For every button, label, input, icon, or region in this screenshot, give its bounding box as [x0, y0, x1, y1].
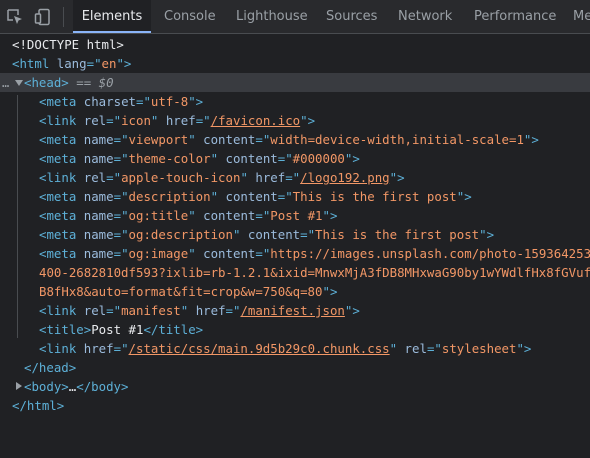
head-open-tag: <head>	[24, 75, 69, 90]
favicon-link[interactable]: /favicon.ico	[211, 113, 301, 128]
dom-meta-og-image-node[interactable]: <meta name="og:image" content="https://i…	[0, 244, 590, 263]
dom-html-node[interactable]: <html lang="en">	[0, 54, 590, 73]
html-lang-value: en	[101, 56, 117, 71]
title-text: Post #1	[91, 322, 144, 337]
meta-og-image-content-2: 400-2682810df593?ixlib=rb-1.2.1&ixid=Mnw…	[39, 265, 590, 280]
tab-performance[interactable]: Performance	[474, 0, 556, 33]
meta-description-name: description	[128, 189, 211, 204]
html-lang-attr: lang	[56, 56, 87, 71]
meta-viewport-name: viewport	[128, 132, 189, 147]
meta-theme-content: #000000	[292, 151, 345, 166]
meta-og-title-content: Post #1	[270, 208, 323, 223]
console-ref-badge: == $0	[76, 75, 114, 90]
meta-og-image-content-1: https://images.unsplash.com/photo-159364…	[270, 246, 590, 261]
tab-network[interactable]: Network	[398, 0, 452, 33]
dom-link-manifest-node[interactable]: <link rel="manifest" href="/manifest.jso…	[0, 301, 590, 320]
manifest-link[interactable]: /manifest.json	[240, 303, 344, 318]
link-icon-rel: icon	[121, 113, 151, 128]
dom-head-close[interactable]: </head>	[0, 358, 590, 377]
dom-head-node-selected[interactable]: <head> == $0	[0, 73, 590, 92]
dom-link-apple-node[interactable]: <link rel="apple-touch-icon" href="/logo…	[0, 168, 590, 187]
body-close-tag: </body>	[76, 379, 129, 394]
dom-link-icon-node[interactable]: <link rel="icon" href="/favicon.ico">	[0, 111, 590, 130]
apple-icon-link[interactable]: /logo192.png	[300, 170, 390, 185]
dom-meta-charset-node[interactable]: <meta charset="utf-8">	[0, 92, 590, 111]
head-close-tag: </head>	[24, 360, 77, 375]
meta-og-image-name: og:image	[128, 246, 189, 261]
dom-html-close[interactable]: </html>	[0, 396, 590, 415]
devtools-toolbar: Elements Console Lighthouse Sources Netw…	[0, 0, 590, 34]
meta-og-title-name: og:title	[128, 208, 189, 223]
dom-meta-og-image-wrap-1: 400-2682810df593?ixlib=rb-1.2.1&ixid=Mnw…	[0, 263, 590, 282]
html-close-tag: </html>	[12, 398, 65, 413]
dom-meta-viewport-node[interactable]: <meta name="viewport" content="width=dev…	[0, 130, 590, 149]
meta-og-image-content-3: B8fHx8&auto=format&fit=crop&w=750&q=80	[39, 284, 323, 299]
device-toolbar-icon[interactable]	[34, 8, 52, 26]
dom-meta-theme-node[interactable]: <meta name="theme-color" content="#00000…	[0, 149, 590, 168]
stylesheet-link[interactable]: /static/css/main.9d5b29c0.chunk.css	[129, 341, 390, 356]
meta-viewport-content: width=device-width,initial-scale=1	[270, 132, 524, 147]
meta-charset-value: utf-8	[150, 94, 189, 109]
meta-og-description-content: This is the first post	[315, 227, 480, 242]
meta-charset-attr: charset	[83, 94, 136, 109]
meta-theme-name: theme-color	[128, 151, 211, 166]
link-stylesheet-rel: stylesheet	[441, 341, 517, 356]
dom-meta-og-title-node[interactable]: <meta name="og:title" content="Post #1">	[0, 206, 590, 225]
dom-doctype-node[interactable]: <!DOCTYPE html>	[0, 35, 590, 54]
expand-triangle-icon[interactable]	[16, 382, 22, 390]
dom-link-stylesheet-node[interactable]: <link href="/static/css/main.9d5b29c0.ch…	[0, 339, 590, 358]
inspect-element-icon[interactable]	[6, 8, 24, 26]
toolbar-divider	[63, 7, 64, 27]
dom-body-node[interactable]: <body>…</body>	[0, 377, 590, 396]
body-open-tag: <body>	[24, 379, 69, 394]
dom-title-node[interactable]: <title>Post #1</title>	[0, 320, 590, 339]
doctype-text: <!DOCTYPE html>	[12, 37, 124, 52]
tab-elements[interactable]: Elements	[73, 0, 151, 33]
meta-description-content: This is the first post	[292, 189, 457, 204]
ellipsis-icon[interactable]: …	[2, 76, 10, 90]
tab-memory[interactable]: Me	[573, 0, 590, 33]
tab-console[interactable]: Console	[164, 0, 216, 33]
link-manifest-rel: manifest	[121, 303, 181, 318]
link-apple-rel: apple-touch-icon	[121, 170, 241, 185]
dom-meta-og-description-node[interactable]: <meta name="og:description" content="Thi…	[0, 225, 590, 244]
dom-meta-og-image-wrap-2: B8fHx8&auto=format&fit=crop&w=750&q=80">	[39, 284, 338, 299]
meta-og-description-name: og:description	[128, 227, 233, 242]
tab-sources[interactable]: Sources	[326, 0, 377, 33]
dom-meta-description-node[interactable]: <meta name="description" content="This i…	[0, 187, 590, 206]
collapse-triangle-icon[interactable]	[15, 80, 23, 86]
tab-lighthouse[interactable]: Lighthouse	[236, 0, 308, 33]
